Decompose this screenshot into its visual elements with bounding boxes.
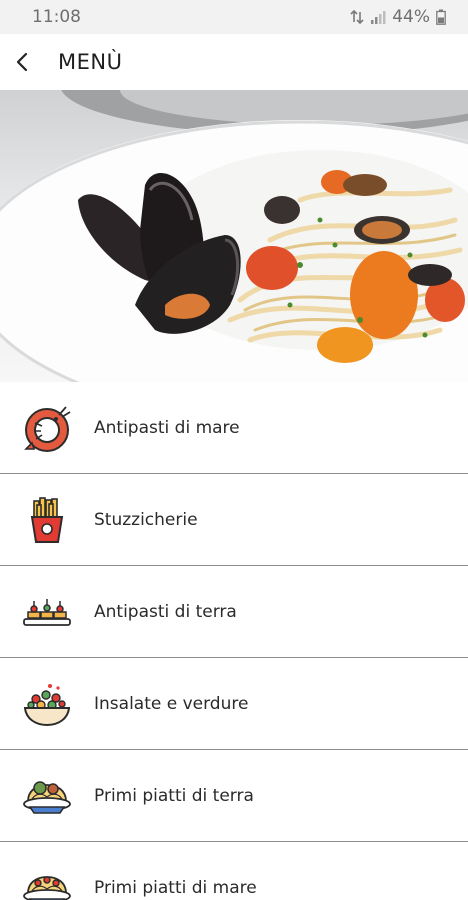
spaghetti-seafood-icon bbox=[22, 863, 72, 900]
canapes-icon bbox=[22, 587, 72, 637]
menu-item-insalate-e-verdure[interactable]: Insalate e verdure bbox=[0, 658, 468, 750]
menu-item-label: Insalate e verdure bbox=[94, 693, 249, 714]
menu-item-antipasti-di-terra[interactable]: Antipasti di terra bbox=[0, 566, 468, 658]
arrow-back-icon bbox=[16, 52, 28, 72]
data-transfer-icon bbox=[350, 9, 364, 25]
menu-item-label: Stuzzicherie bbox=[94, 509, 198, 530]
status-icons: 44% bbox=[350, 7, 446, 27]
status-bar: 11:08 44% bbox=[0, 0, 468, 34]
menu-item-stuzzicherie[interactable]: Stuzzicherie bbox=[0, 474, 468, 566]
menu-list: Antipasti di mare Stuzzicherie Antipasti… bbox=[0, 382, 468, 900]
menu-item-antipasti-di-mare[interactable]: Antipasti di mare bbox=[0, 382, 468, 474]
menu-item-primi-piatti-di-mare[interactable]: Primi piatti di mare bbox=[0, 842, 468, 900]
menu-item-label: Primi piatti di terra bbox=[94, 785, 254, 806]
back-button[interactable] bbox=[2, 34, 42, 90]
menu-item-primi-piatti-di-terra[interactable]: Primi piatti di terra bbox=[0, 750, 468, 842]
page-title: MENÙ bbox=[58, 50, 123, 74]
shrimp-icon bbox=[22, 403, 72, 453]
menu-item-label: Antipasti di mare bbox=[94, 417, 240, 438]
signal-icon bbox=[371, 11, 386, 24]
menu-item-label: Antipasti di terra bbox=[94, 601, 237, 622]
salad-bowl-icon bbox=[22, 679, 72, 729]
battery-percent: 44% bbox=[392, 7, 430, 27]
menu-item-label: Primi piatti di mare bbox=[94, 877, 257, 898]
battery-icon bbox=[436, 9, 446, 25]
app-bar: MENÙ bbox=[0, 34, 468, 90]
french-fries-icon bbox=[22, 495, 72, 545]
hero-image bbox=[0, 90, 468, 382]
status-time: 11:08 bbox=[32, 7, 81, 27]
spaghetti-meatballs-icon bbox=[22, 771, 72, 821]
